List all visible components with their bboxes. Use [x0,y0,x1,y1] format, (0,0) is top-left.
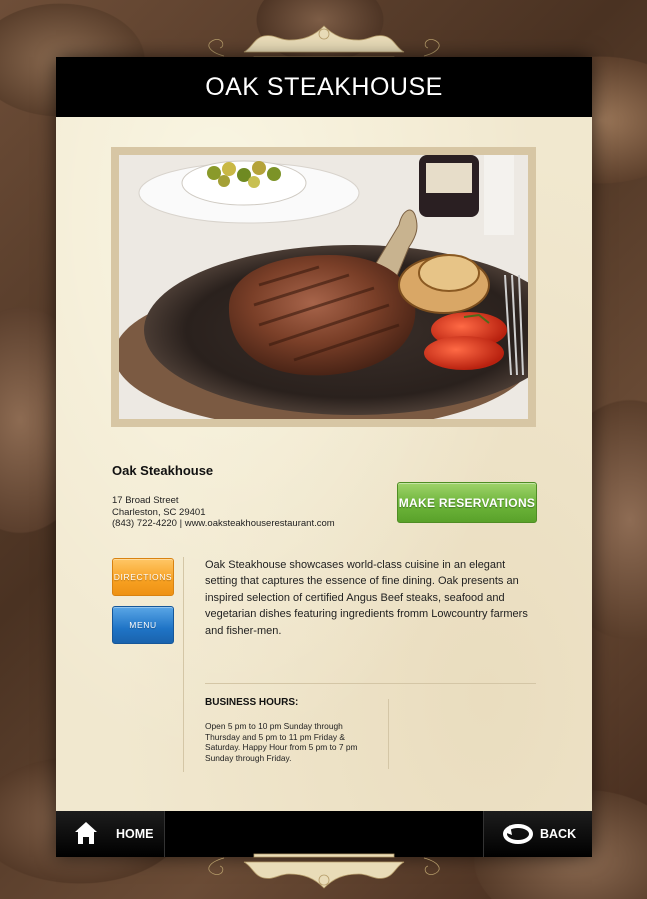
address-line1: 17 Broad Street [112,495,179,506]
description-text: Oak Steakhouse showcases world-class cui… [205,559,528,637]
steak-image [119,155,528,419]
restaurant-name: Oak Steakhouse [112,463,214,478]
address-block: 17 Broad Street Charleston, SC 29401 (84… [112,495,372,530]
home-label: HOME [116,827,154,841]
directions-button[interactable]: DIRECTIONS [112,558,174,596]
content-panel: OAK STEAKHOUSE Oak Steakhouse 17 Broad S… [56,57,592,857]
hours-divider [388,699,389,769]
business-hours-text: Open 5 pm to 10 pm Sunday through Thursd… [205,721,358,763]
horizontal-divider [205,683,536,684]
business-hours-title: BUSINESS HOURS: [205,697,299,708]
bottom-ornament [207,853,440,889]
contact-line[interactable]: (843) 722-4220 | www.oaksteakhouserestau… [112,518,372,530]
page-title: OAK STEAKHOUSE [56,57,592,117]
back-arrow-icon [503,824,533,844]
back-button[interactable]: BACK [483,811,592,857]
home-icon [75,822,97,844]
menu-button[interactable]: MENU [112,606,174,644]
make-reservations-button[interactable]: MAKE RESERVATIONS [397,482,537,523]
back-label: BACK [540,827,577,841]
vertical-divider [183,557,184,772]
top-ornament [207,25,440,61]
address-line2: Charleston, SC 29401 [112,506,206,518]
photo-frame [111,147,536,427]
footer-nav: HOME BACK [56,811,592,857]
home-button[interactable]: HOME [56,811,165,857]
steak-photo [119,155,528,419]
